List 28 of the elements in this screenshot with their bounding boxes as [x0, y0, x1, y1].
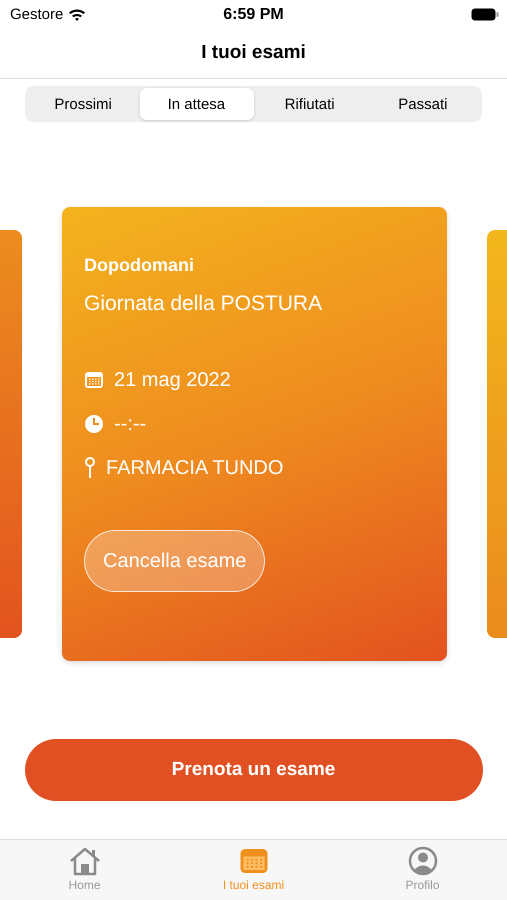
tab-bar-item[interactable]: I tuoi esami: [169, 840, 338, 900]
side-card[interactable]: [0, 230, 22, 638]
segment-tab[interactable]: Passati: [366, 88, 480, 120]
exam-when: Dopodomani: [84, 255, 194, 276]
cancel-button[interactable]: Cancella esame: [84, 530, 266, 592]
clock-icon: [84, 414, 104, 434]
pin-icon: [84, 457, 96, 479]
exam-title: Giornata della POSTURA: [84, 292, 322, 316]
side-card[interactable]: [487, 230, 507, 638]
tab-bar-item[interactable]: Home: [0, 840, 169, 900]
calendar-icon: [238, 846, 268, 876]
carrier-name: Gestore: [10, 6, 64, 22]
wifi-icon: [68, 8, 86, 20]
profile-icon: [408, 846, 438, 876]
exam-place: FARMACIA TUNDO: [106, 456, 284, 480]
segment-tab[interactable]: Rifiutati: [254, 88, 367, 120]
exam-card[interactable]: Dopodomani Giornata della POSTURA 21 mag 2022 --:-- FARMACIA TUNDO Cancella esame: [62, 207, 447, 661]
screen-title: I tuoi esami: [201, 42, 306, 64]
segment-tab[interactable]: Prossimi: [27, 88, 140, 120]
home-icon: [68, 846, 102, 876]
status-time: 6:59 PM: [223, 6, 284, 24]
tab-bar-item[interactable]: Profilo: [338, 840, 507, 900]
battery-icon: [471, 8, 499, 20]
exam-date: 21 mag 2022: [114, 368, 231, 392]
exam-time: --:--: [114, 412, 146, 436]
calendar-icon: [84, 370, 104, 390]
book-button[interactable]: Prenota un esame: [24, 739, 482, 801]
segment-tab[interactable]: In attesa: [140, 88, 254, 120]
